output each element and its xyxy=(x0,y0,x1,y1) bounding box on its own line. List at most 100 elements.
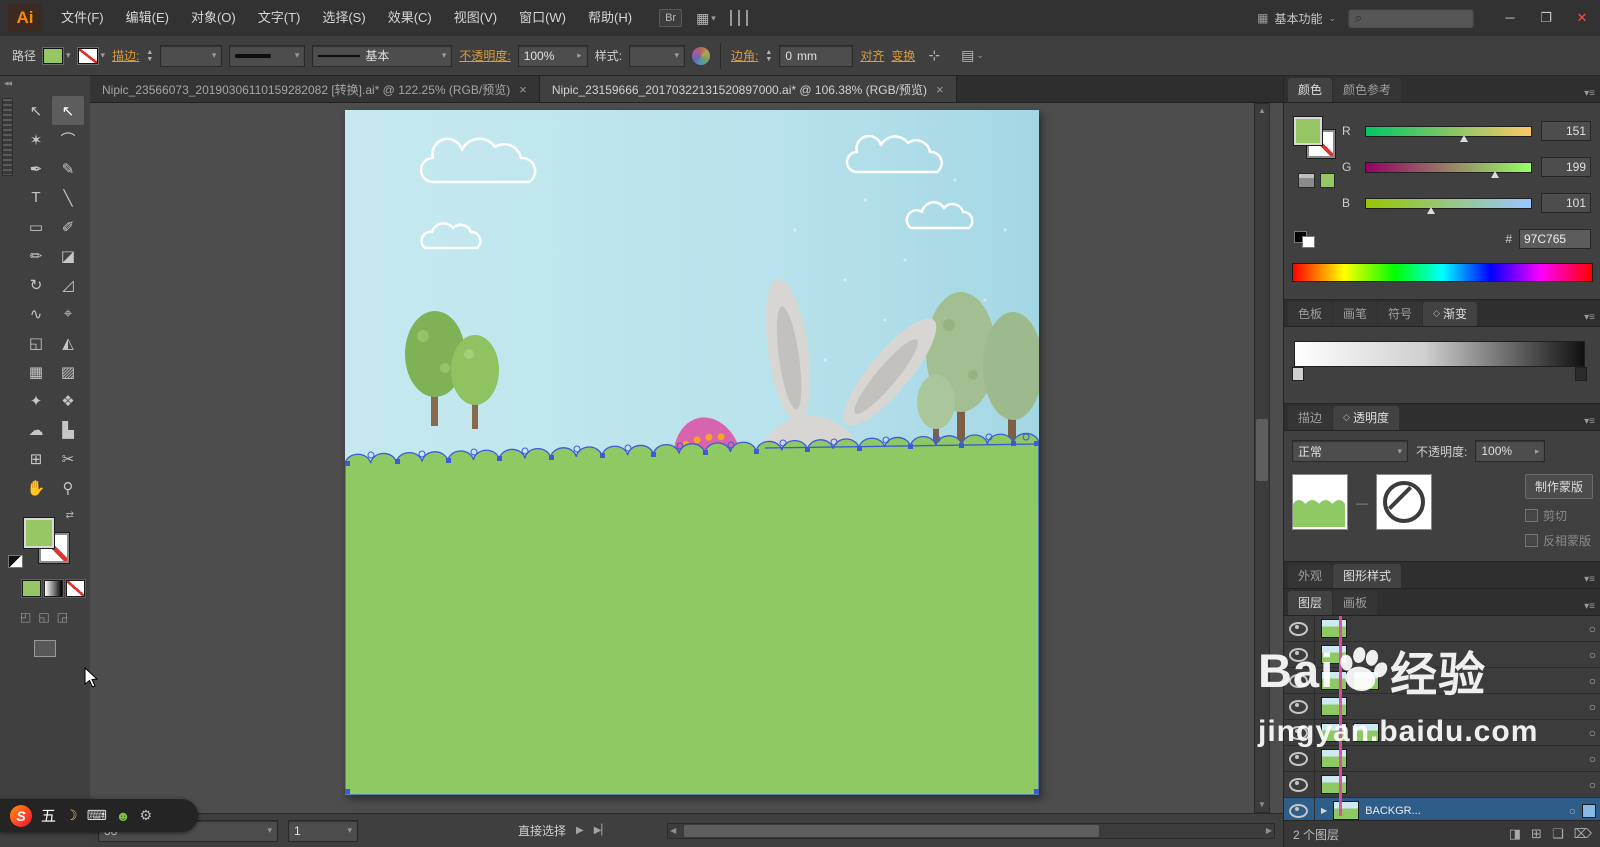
layer-target-icon[interactable]: ○ xyxy=(1589,648,1596,662)
scroll-right-icon[interactable]: ▶ xyxy=(1266,826,1272,835)
transparency-tab[interactable]: 描边 xyxy=(1288,406,1332,430)
search-input[interactable]: ⌕ xyxy=(1348,8,1474,28)
document-tab[interactable]: Nipic_23566073_20190306110159282082 [转换]… xyxy=(90,76,540,102)
visibility-eye-icon[interactable] xyxy=(1289,804,1308,818)
mask-thumbnail-empty[interactable] xyxy=(1376,474,1432,530)
make-mask-button[interactable]: 制作蒙版 xyxy=(1525,474,1593,499)
web-color-cube-icon[interactable] xyxy=(1298,173,1315,188)
line-segment-tool[interactable]: ╲ xyxy=(52,183,84,212)
layer-target-icon[interactable]: ○ xyxy=(1589,752,1596,766)
corner-value-input[interactable]: 0mm xyxy=(779,45,853,67)
canvas-area[interactable]: ▲ ▼ xyxy=(90,103,1283,813)
layer-row[interactable]: ○ xyxy=(1284,668,1600,694)
color-tab[interactable]: 颜色参考 xyxy=(1333,78,1401,102)
color-tab[interactable]: 颜色 xyxy=(1288,78,1332,102)
layers-tab[interactable]: 画板 xyxy=(1333,591,1377,615)
default-colors-icon[interactable] xyxy=(1294,231,1316,247)
eyedropper-tool[interactable]: ✦ xyxy=(20,386,52,415)
object-thumbnail[interactable] xyxy=(1292,474,1348,530)
fill-proxy-swatch[interactable] xyxy=(24,518,54,548)
arrange-documents-icon[interactable]: ▦▾ xyxy=(696,10,716,27)
easter-illustration[interactable] xyxy=(345,110,1039,795)
style-select[interactable]: ▾ xyxy=(629,45,685,67)
swatches-tab[interactable]: 画笔 xyxy=(1333,302,1377,326)
layer-row[interactable]: ○ xyxy=(1284,772,1600,798)
gradient-stop-right[interactable] xyxy=(1575,367,1587,381)
magic-wand-tool[interactable]: ✶ xyxy=(20,125,52,154)
bridge-button[interactable]: Br xyxy=(659,9,682,27)
swap-fill-stroke-icon[interactable]: ⇄ xyxy=(66,510,74,521)
hand-tool[interactable]: ✋ xyxy=(20,473,52,502)
expand-arrow-icon[interactable]: ▶ xyxy=(1321,806,1327,815)
restore-button[interactable]: ❐ xyxy=(1528,0,1564,36)
opacity-select[interactable]: 100%▸ xyxy=(518,45,588,67)
settings-icon[interactable]: ⚙ xyxy=(140,807,153,824)
artboard-tool[interactable]: ⊞ xyxy=(20,444,52,473)
layer-target-icon[interactable]: ○ xyxy=(1589,674,1596,688)
mesh-tool[interactable]: ▦ xyxy=(20,357,52,386)
color-button[interactable] xyxy=(22,580,41,597)
channel-slider-B[interactable] xyxy=(1365,198,1532,209)
none-button[interactable] xyxy=(66,580,85,597)
gradient-preview-bar[interactable] xyxy=(1294,341,1585,367)
menu-item[interactable]: 视图(V) xyxy=(443,0,508,36)
hex-value-input[interactable]: 97C765 xyxy=(1519,229,1591,249)
layer-row[interactable]: ○ xyxy=(1284,720,1600,746)
free-transform-tool[interactable]: ⌖ xyxy=(52,299,84,328)
isolate-selection-icon[interactable]: ⊹ xyxy=(928,47,940,64)
menu-item[interactable]: 编辑(E) xyxy=(115,0,180,36)
width-tool[interactable]: ∿ xyxy=(20,299,52,328)
slider-thumb-icon[interactable] xyxy=(1491,171,1499,178)
panel-menu-icon[interactable]: ▾≡ xyxy=(1582,88,1597,102)
variable-width-profile-select[interactable]: ▾ xyxy=(229,45,305,67)
gradient-button[interactable] xyxy=(44,580,63,597)
recolor-artwork-icon[interactable] xyxy=(692,47,710,65)
symbol-sprayer-tool[interactable]: ☁ xyxy=(20,415,52,444)
selection-tool[interactable]: ↖ xyxy=(20,96,52,125)
menu-item[interactable]: 帮助(H) xyxy=(577,0,643,36)
ime-toolbar[interactable]: S 五 ☽⌨☻⚙ xyxy=(0,799,198,832)
layer-target-icon[interactable]: ○ xyxy=(1589,726,1596,740)
mixer-icon[interactable] xyxy=(730,10,752,26)
minimize-button[interactable]: ─ xyxy=(1492,0,1528,36)
appearance-tab[interactable]: 外观 xyxy=(1288,564,1332,588)
panel-menu-icon[interactable]: ▾≡ xyxy=(1582,574,1597,588)
draw-normal-icon[interactable]: ◰ xyxy=(20,610,31,624)
pen-tool[interactable]: ✒ xyxy=(20,154,52,183)
channel-value-G[interactable]: 199 xyxy=(1541,157,1591,177)
layer-row[interactable]: ▶BACKGR...○ xyxy=(1284,798,1600,820)
menu-item[interactable]: 文件(F) xyxy=(50,0,115,36)
default-fill-stroke-icon[interactable] xyxy=(8,555,23,568)
visibility-eye-icon[interactable] xyxy=(1289,674,1308,688)
channel-value-R[interactable]: 151 xyxy=(1541,121,1591,141)
layers-tab[interactable]: 图层 xyxy=(1288,591,1332,615)
type-tool[interactable]: T xyxy=(20,183,52,212)
web-color-swatch[interactable] xyxy=(1320,173,1335,188)
layer-target-icon[interactable]: ○ xyxy=(1589,778,1596,792)
close-tab-icon[interactable]: × xyxy=(519,82,527,97)
scroll-down-icon[interactable]: ▼ xyxy=(1255,798,1269,812)
draw-inside-icon[interactable]: ◲ xyxy=(57,610,68,624)
layer-target-icon[interactable]: ○ xyxy=(1589,622,1596,636)
layer-target-icon[interactable]: ○ xyxy=(1569,804,1576,818)
perspective-grid-tool[interactable]: ◭ xyxy=(52,328,84,357)
delete-layer-icon[interactable]: ⌦ xyxy=(1574,826,1592,842)
horizontal-scrollbar[interactable]: ◀ ▶ xyxy=(667,823,1275,839)
slider-thumb-icon[interactable] xyxy=(1427,207,1435,214)
clip-checkbox[interactable] xyxy=(1525,509,1538,522)
keyboard-icon[interactable]: ⌨ xyxy=(87,807,107,824)
zoom-tool[interactable]: ⚲ xyxy=(52,473,84,502)
panel-menu-icon[interactable]: ▾≡ xyxy=(1582,312,1597,326)
draw-behind-icon[interactable]: ◱ xyxy=(38,610,49,624)
workspace-switcher[interactable]: ▦ 基本功能 ⌄ xyxy=(1245,10,1348,27)
opacity-panel-link[interactable]: 不透明度: xyxy=(459,47,510,64)
visibility-eye-icon[interactable] xyxy=(1289,778,1308,792)
fill-color-dropdown[interactable]: ▾ xyxy=(43,48,71,64)
color-spectrum-bar[interactable] xyxy=(1292,263,1593,282)
brush-definition-select[interactable]: 基本▾ xyxy=(312,45,452,67)
corner-link[interactable]: 边角: xyxy=(731,47,758,64)
paintbrush-tool[interactable]: ✐ xyxy=(52,212,84,241)
scroll-up-icon[interactable]: ▲ xyxy=(1255,104,1269,118)
column-graph-tool[interactable]: ▙ xyxy=(52,415,84,444)
swatches-tab[interactable]: 色板 xyxy=(1288,302,1332,326)
